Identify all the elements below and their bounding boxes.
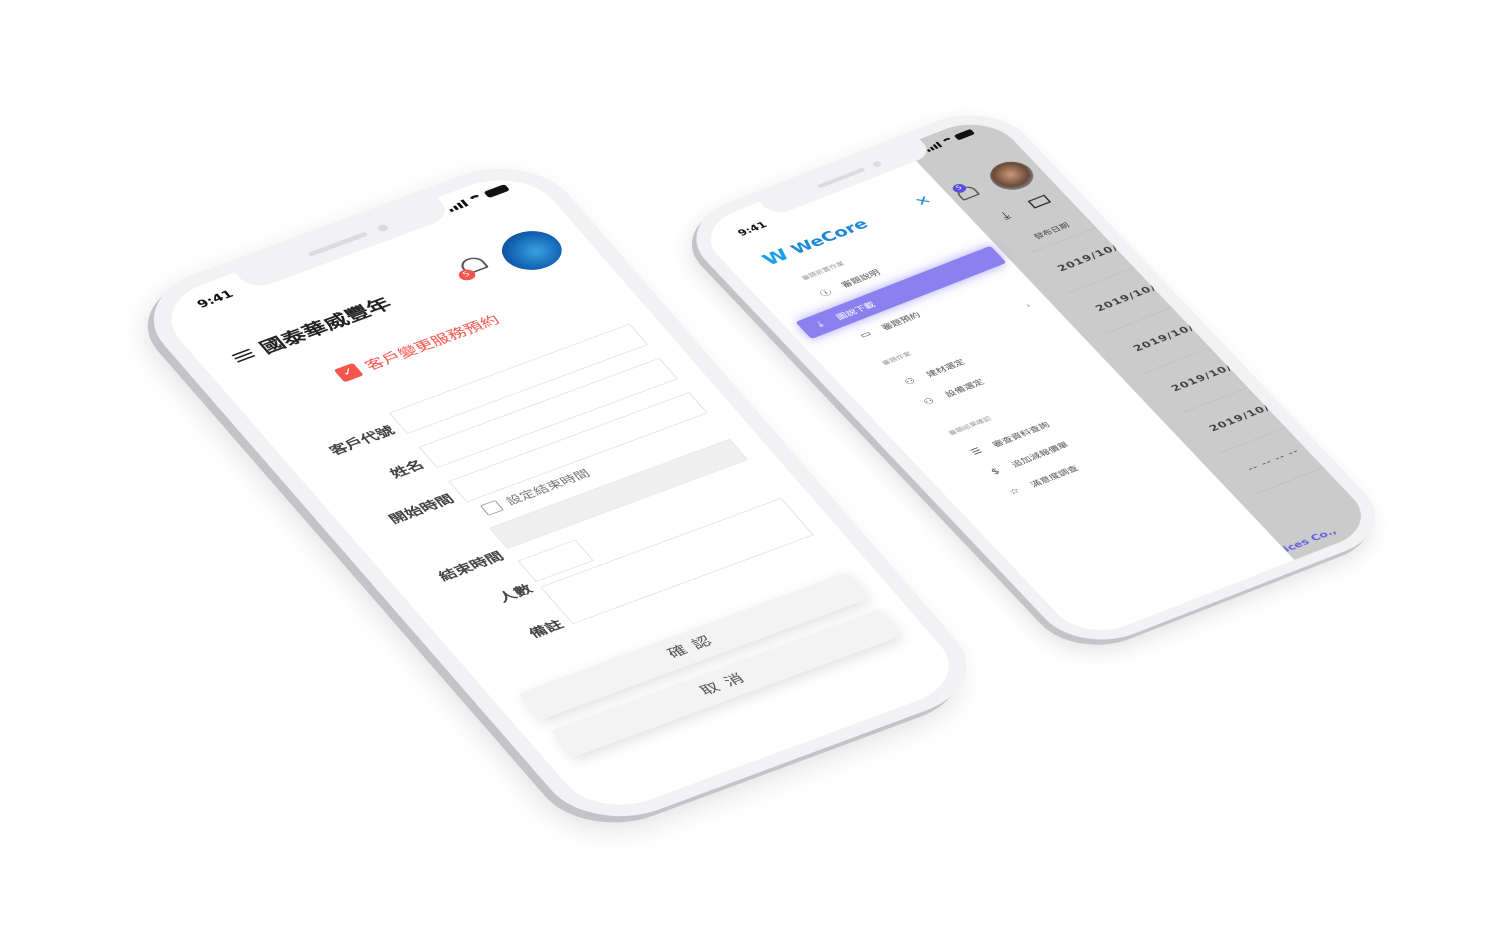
avatar[interactable]	[491, 224, 573, 277]
info-icon: ⓘ	[817, 287, 835, 299]
section-title: 審題作業	[881, 351, 914, 367]
note-label: 備註	[525, 617, 567, 641]
section-title: 審題前置作業	[800, 260, 847, 282]
list-icon: ☰	[968, 446, 985, 458]
brand-name: WeCore	[787, 216, 872, 258]
brand-logo: W WeCore	[758, 215, 873, 269]
section-title: 審題結果確認	[947, 415, 994, 437]
download-icon[interactable]: ⤓	[998, 209, 1014, 222]
app-title: 國泰華威豐年	[255, 294, 397, 358]
notification-button[interactable]: 5	[455, 254, 489, 283]
notification-button[interactable]: 5	[950, 182, 981, 201]
customer-id-label: 客戶代號	[325, 423, 398, 458]
close-icon[interactable]: ✕	[911, 192, 935, 209]
status-time: 9:41	[194, 288, 237, 311]
user-check-icon: ⚇	[921, 396, 938, 408]
page-subtitle-text: 客戶變更服務預約	[361, 312, 504, 374]
people-label: 人數	[494, 581, 536, 605]
download-icon: ⤓	[814, 319, 826, 329]
calendar-icon: ▭	[857, 329, 874, 341]
end-time-label: 結束時間	[435, 548, 508, 584]
start-time-label: 開始時間	[385, 491, 458, 527]
signal-icon	[446, 199, 469, 213]
clipboard-check-icon: ✓	[333, 362, 364, 383]
dollar-icon: $	[988, 466, 1003, 477]
notch	[234, 197, 454, 292]
chevron-right-icon[interactable]: ›	[1024, 301, 1034, 309]
menu-icon[interactable]	[230, 347, 257, 365]
wifi-icon	[467, 193, 486, 205]
user-check-icon: ⚇	[902, 376, 919, 388]
checkbox-icon[interactable]	[479, 500, 504, 516]
avatar[interactable]	[982, 156, 1042, 195]
wecore-logo-icon: W	[758, 245, 795, 270]
menu-item-equipment-selection[interactable]: ⚇ 設備選定	[919, 377, 987, 409]
star-icon: ☆	[1006, 486, 1023, 498]
name-label: 姓名	[386, 457, 428, 481]
status-icons	[446, 184, 511, 213]
status-time: 9:41	[735, 219, 770, 239]
mail-icon[interactable]	[1027, 194, 1052, 209]
battery-icon	[483, 184, 511, 199]
